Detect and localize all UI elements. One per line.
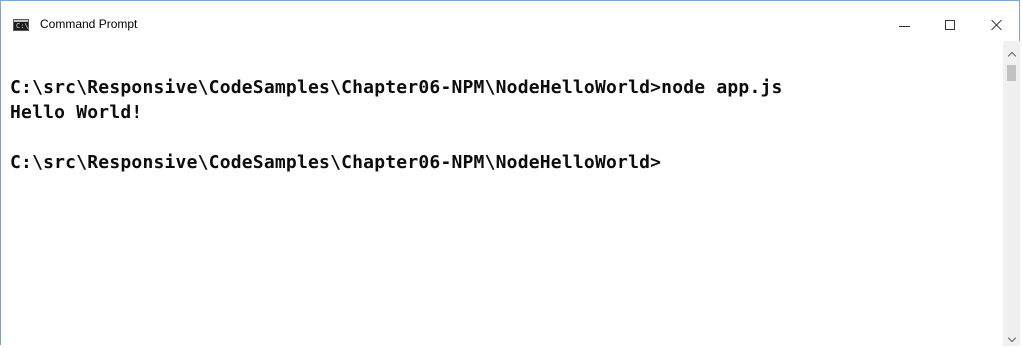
- maximize-button[interactable]: [927, 1, 973, 41]
- scroll-down-button[interactable]: [1003, 331, 1020, 348]
- console-output[interactable]: C:\src\Responsive\CodeSamples\Chapter06-…: [1, 41, 1002, 346]
- console-line-prompt: C:\src\Responsive\CodeSamples\Chapter06-…: [10, 152, 662, 173]
- console-line-output: Hello World!: [10, 102, 143, 123]
- console-line-command: C:\src\Responsive\CodeSamples\Chapter06-…: [10, 77, 783, 98]
- vertical-scrollbar[interactable]: [1003, 41, 1020, 346]
- chevron-up-icon: [1007, 51, 1016, 60]
- command-prompt-icon[interactable]: C:\: [13, 19, 29, 31]
- close-icon: [991, 19, 1003, 31]
- close-button[interactable]: [974, 1, 1020, 41]
- chevron-down-icon: [1007, 333, 1016, 342]
- window-title: Command Prompt: [40, 17, 138, 31]
- command-prompt-window: C:\ Command Prompt C:\src\Responsive\Cod…: [0, 0, 1020, 346]
- title-bar[interactable]: C:\ Command Prompt: [1, 1, 1019, 41]
- scrollbar-thumb[interactable]: [1007, 65, 1016, 81]
- minimize-button[interactable]: [881, 1, 927, 41]
- prompt-glyph: C:\: [16, 22, 29, 30]
- scroll-up-button[interactable]: [1003, 45, 1020, 62]
- maximize-icon: [945, 20, 955, 30]
- minimize-icon: [898, 25, 910, 27]
